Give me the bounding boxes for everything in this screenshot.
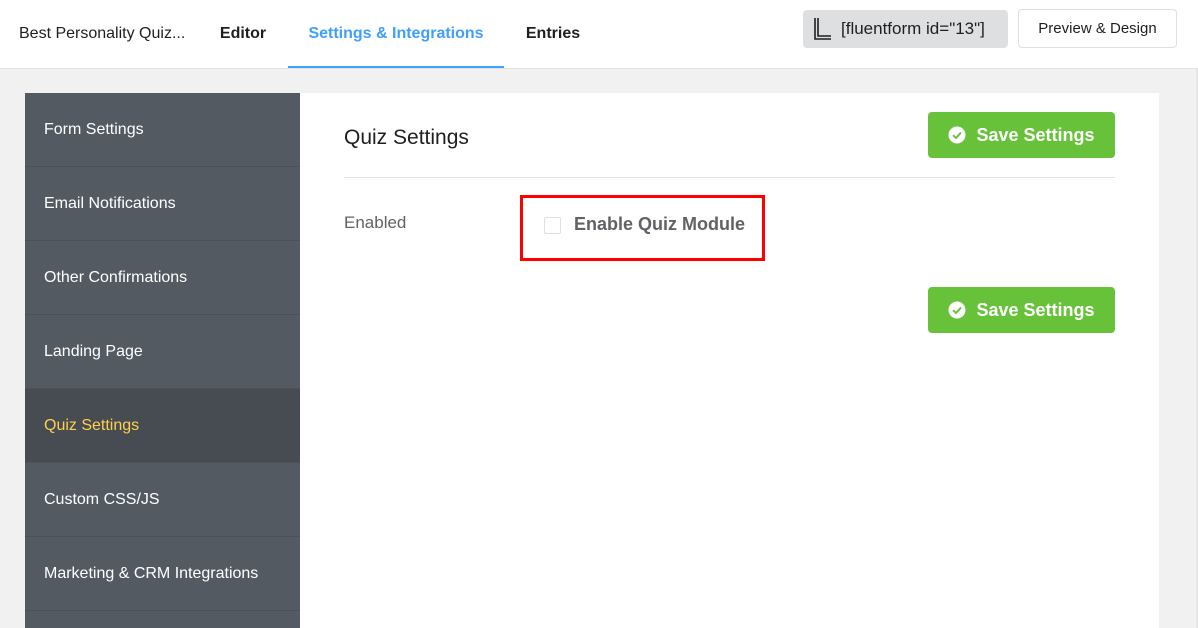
- sidebar-item-landing-page[interactable]: Landing Page: [25, 315, 300, 389]
- sidebar-item-other-confirmations[interactable]: Other Confirmations: [25, 241, 300, 315]
- enable-quiz-label[interactable]: Enable Quiz Module: [574, 214, 745, 235]
- shortcode-copy-button[interactable]: [fluentform id="13"]: [803, 10, 1008, 48]
- sidebar-item-custom-css-js[interactable]: Custom CSS/JS: [25, 463, 300, 537]
- enable-quiz-checkbox[interactable]: [544, 217, 561, 234]
- save-settings-label: Save Settings: [976, 124, 1095, 145]
- sidebar-item-email-notifications[interactable]: Email Notifications: [25, 167, 300, 241]
- tab-editor[interactable]: Editor: [203, 0, 283, 68]
- form-title: Best Personality Quiz...: [19, 25, 186, 42]
- page-title: Quiz Settings: [344, 126, 469, 149]
- sidebar-item-form-settings[interactable]: Form Settings: [25, 93, 300, 167]
- check-circle-icon: [948, 126, 966, 144]
- tab-entries[interactable]: Entries: [515, 0, 591, 68]
- settings-sidebar: Form Settings Email Notifications Other …: [25, 93, 300, 628]
- preview-design-button[interactable]: Preview & Design: [1018, 9, 1177, 48]
- settings-panel: Quiz Settings Save Settings Enabled Enab…: [300, 93, 1159, 628]
- tab-settings-integrations[interactable]: Settings & Integrations: [288, 0, 504, 68]
- section-divider: [344, 177, 1115, 178]
- sidebar-item-quiz-settings[interactable]: Quiz Settings: [25, 389, 300, 463]
- enabled-field-label: Enabled: [344, 213, 407, 232]
- clipboard-icon: [811, 16, 833, 42]
- save-settings-button-top[interactable]: Save Settings: [928, 112, 1115, 158]
- top-nav-bar: Best Personality Quiz... Editor Settings…: [0, 0, 1198, 69]
- shortcode-text: [fluentform id="13"]: [841, 19, 985, 38]
- sidebar-item-marketing-crm[interactable]: Marketing & CRM Integrations: [25, 537, 300, 611]
- save-settings-button-bottom[interactable]: Save Settings: [928, 287, 1115, 333]
- save-settings-label: Save Settings: [976, 299, 1095, 320]
- check-circle-icon: [948, 301, 966, 319]
